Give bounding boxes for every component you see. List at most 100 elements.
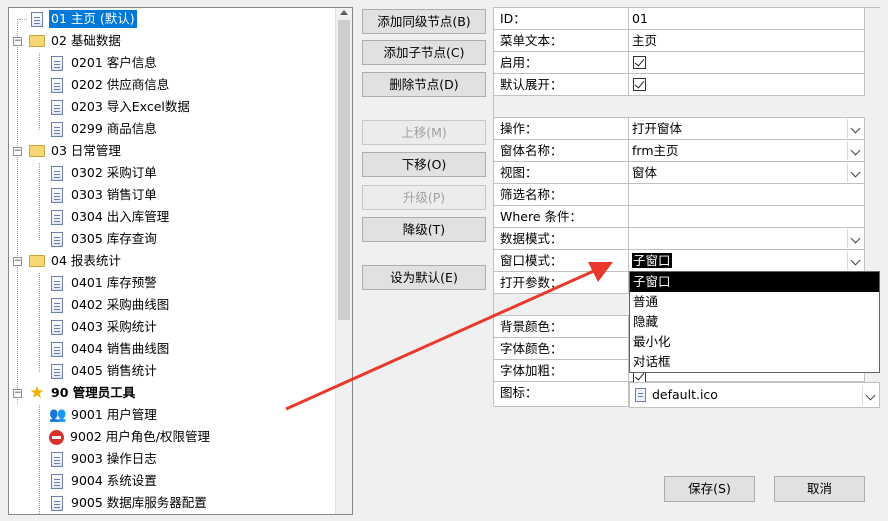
prop-row-filter: 筛选名称： (494, 184, 881, 206)
tree-node-0405[interactable]: 0405 销售统计 (49, 360, 159, 382)
tree-node-0304[interactable]: 0304 出入库管理 (49, 206, 171, 228)
filter-name-field[interactable] (629, 184, 865, 206)
form-name-combo[interactable]: frm主页 (629, 140, 865, 162)
demote-button[interactable]: 降级(T) (362, 217, 486, 242)
tree-node-label: 0203 导入Excel数据 (71, 99, 190, 114)
file-icon (635, 388, 646, 402)
tree-node-label: 03 日常管理 (51, 143, 121, 158)
tree-node-label: 0202 供应商信息 (71, 77, 170, 92)
document-icon (51, 297, 63, 313)
tree-guide-line (39, 163, 40, 240)
separator (494, 294, 629, 316)
tree-node-label: 0299 商品信息 (71, 121, 157, 136)
tree-node-basic-data[interactable]: 02 基础数据 (29, 30, 123, 52)
folder-open-icon (29, 35, 45, 47)
view-combo[interactable]: 窗体 (629, 162, 865, 184)
tree-guide-line (39, 273, 40, 372)
tree-node-label: 04 报表统计 (51, 253, 121, 268)
cancel-button[interactable]: 取消 (774, 476, 865, 502)
chevron-down-icon[interactable] (847, 229, 864, 248)
operation-combo[interactable]: 打开窗体 (629, 118, 865, 140)
scrollbar-thumb[interactable] (338, 20, 350, 320)
document-icon (51, 165, 63, 181)
scroll-up-arrow-icon[interactable] (340, 10, 348, 15)
collapse-icon[interactable]: − (13, 257, 22, 266)
tree-node-home[interactable]: 01 主页 (默认) (19, 8, 137, 30)
tree-node-admin[interactable]: ★ 90 管理员工具 (29, 382, 137, 404)
chevron-down-icon[interactable] (847, 141, 864, 160)
prop-label: 操作： (494, 118, 629, 140)
tree-node-0402[interactable]: 0402 采购曲线图 (49, 294, 171, 316)
chevron-down-icon[interactable] (847, 163, 864, 182)
prop-label: 默认展开： (494, 74, 629, 96)
dropdown-option[interactable]: 最小化 (630, 332, 879, 352)
tree-node-0403[interactable]: 0403 采购统计 (49, 316, 159, 338)
dropdown-option[interactable]: 普通 (630, 292, 879, 312)
document-icon (51, 341, 63, 357)
data-mode-combo[interactable] (629, 228, 865, 250)
tree-node-label: 9001 用户管理 (71, 407, 157, 422)
prop-label: 窗口模式： (494, 250, 629, 272)
tree-node-label: 02 基础数据 (51, 33, 121, 48)
default-expand-checkbox[interactable] (633, 78, 646, 91)
tree-node-9003[interactable]: 9003 操作日志 (49, 448, 159, 470)
folder-open-icon (29, 255, 45, 267)
promote-button[interactable]: 升级(P) (362, 185, 486, 210)
save-button[interactable]: 保存(S) (664, 476, 755, 502)
menu-tree[interactable]: 01 主页 (默认) − 02 基础数据 0201 客户信息 0202 供应商信… (8, 7, 353, 515)
move-up-button[interactable]: 上移(M) (362, 120, 486, 145)
separator (629, 96, 865, 118)
prop-row-where: Where 条件： (494, 206, 881, 228)
tree-node-0203[interactable]: 0203 导入Excel数据 (49, 96, 192, 118)
tree-node-0401[interactable]: 0401 库存预警 (49, 272, 159, 294)
chevron-down-icon[interactable] (847, 119, 864, 138)
tree-node-0299[interactable]: 0299 商品信息 (49, 118, 159, 140)
tree-node-0201[interactable]: 0201 客户信息 (49, 52, 159, 74)
dropdown-option[interactable]: 对话框 (630, 352, 879, 372)
tree-node-reports[interactable]: 04 报表统计 (29, 250, 123, 272)
enabled-checkbox[interactable] (633, 56, 646, 69)
id-field[interactable]: 01 (629, 8, 865, 30)
tree-scrollbar[interactable] (335, 8, 352, 514)
tree-node-0303[interactable]: 0303 销售订单 (49, 184, 159, 206)
tree-node-9005[interactable]: 9005 数据库服务器配置 (49, 492, 209, 514)
tree-node-label: 01 主页 (默认) (49, 10, 137, 28)
document-icon (51, 451, 63, 467)
tree-node-daily[interactable]: 03 日常管理 (29, 140, 123, 162)
set-default-button[interactable]: 设为默认(E) (362, 265, 486, 290)
prop-row-expand: 默认展开： (494, 74, 881, 96)
view-value: 窗体 (632, 165, 658, 180)
prop-label: 数据模式： (494, 228, 629, 250)
tree-node-9004[interactable]: 9004 系统设置 (49, 470, 159, 492)
where-condition-field[interactable] (629, 206, 865, 228)
tree-node-0404[interactable]: 0404 销售曲线图 (49, 338, 171, 360)
move-down-button[interactable]: 下移(O) (362, 152, 486, 177)
tree-node-9002[interactable]: 9002 用户角色/权限管理 (49, 426, 212, 448)
window-mode-value: 子窗口 (632, 253, 672, 268)
add-sibling-button[interactable]: 添加同级节点(B) (362, 9, 486, 34)
icon-combo[interactable]: default.ico (629, 382, 880, 408)
no-entry-icon (49, 429, 64, 445)
separator (494, 96, 629, 118)
prop-row-operation: 操作： 打开窗体 (494, 118, 881, 140)
collapse-icon[interactable]: − (13, 389, 22, 398)
delete-node-button[interactable]: 删除节点(D) (362, 72, 486, 97)
dropdown-option[interactable]: 子窗口 (630, 272, 879, 292)
collapse-icon[interactable]: − (13, 37, 22, 46)
dropdown-option[interactable]: 隐藏 (630, 312, 879, 332)
tree-node-0202[interactable]: 0202 供应商信息 (49, 74, 171, 96)
tree-node-label: 9002 用户角色/权限管理 (70, 429, 210, 444)
window-mode-dropdown-list[interactable]: 子窗口 普通 隐藏 最小化 对话框 (629, 271, 880, 373)
prop-label: 启用： (494, 52, 629, 74)
tree-node-0302[interactable]: 0302 采购订单 (49, 162, 159, 184)
chevron-down-icon[interactable] (862, 386, 879, 405)
prop-label: 图标： (494, 382, 629, 407)
collapse-icon[interactable]: − (13, 147, 22, 156)
chevron-down-icon[interactable] (847, 251, 864, 270)
tree-node-9001[interactable]: 👥 9001 用户管理 (49, 404, 159, 426)
add-child-button[interactable]: 添加子节点(C) (362, 40, 486, 65)
tree-node-0305[interactable]: 0305 库存查询 (49, 228, 159, 250)
menu-text-field[interactable]: 主页 (629, 30, 865, 52)
window-mode-combo[interactable]: 子窗口 (629, 250, 865, 272)
document-icon (51, 275, 63, 291)
